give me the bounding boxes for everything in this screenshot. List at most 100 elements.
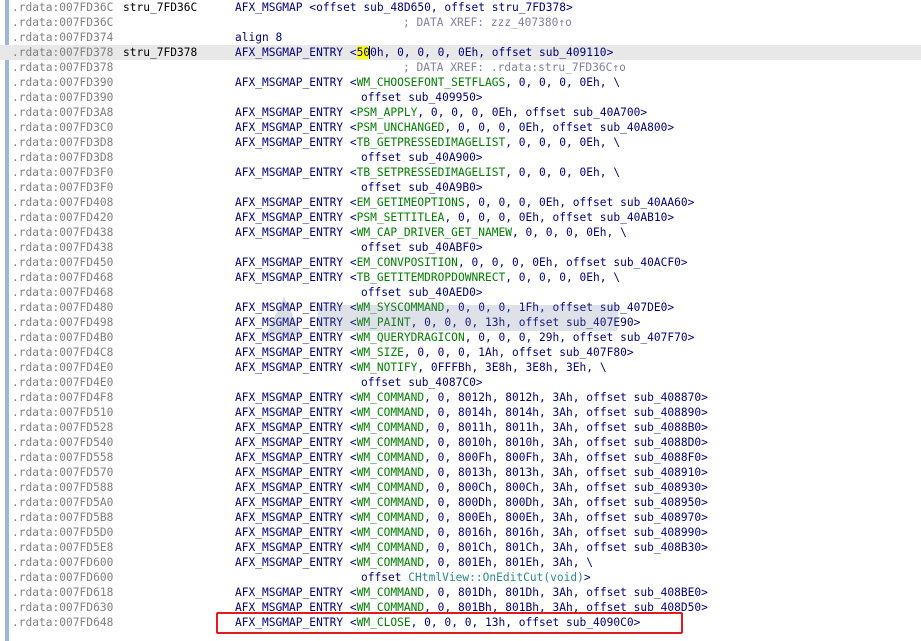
line-continuation: offset CHtmlView::OnEditCut(void)> (361, 570, 591, 585)
listing-line[interactable]: .rdata:007FD3F0 AFX_MSGMAP_ENTRY <TB_SETP… (0, 165, 921, 180)
listing-line[interactable]: .rdata:007FD4C8 AFX_MSGMAP_ENTRY <WM_SIZE… (0, 345, 921, 360)
listing-line[interactable]: .rdata:007FD4E0 AFX_MSGMAP_ENTRY <WM_NOTI… (0, 360, 921, 375)
listing-line[interactable]: .rdata:007FD374 align 8 (0, 30, 921, 45)
message-constant: WM_COMMAND (356, 601, 425, 614)
data-xref-comment: ; DATA XREF: .rdata:stru_7FD36C↑o (403, 61, 626, 74)
entry-arguments: , 0, 801Dh, 801Dh, 3Ah, offset sub_408BE… (424, 586, 708, 599)
ida-disassembly-listing[interactable]: .rdata:007FD36C stru_7FD36C AFX_MSGMAP <of… (0, 0, 921, 641)
message-constant: WM_COMMAND (356, 406, 425, 419)
line-instruction: AFX_MSGMAP_ENTRY <PSM_SETTITLEA, 0, 0, 0… (235, 210, 674, 225)
line-instruction: AFX_MSGMAP_ENTRY <500h, 0, 0, 0, 0Eh, of… (235, 45, 613, 60)
line-instruction: AFX_MSGMAP_ENTRY <WM_CLOSE, 0, 0, 0, 13h… (235, 615, 640, 630)
line-address: .rdata:007FD450 (12, 256, 114, 269)
listing-line[interactable]: .rdata:007FD378 ; DATA XREF: .rdata:stru_… (0, 60, 921, 75)
line-address: .rdata:007FD5B8 (12, 511, 114, 524)
entry-keyword: AFX_MSGMAP_ENTRY < (235, 436, 357, 449)
listing-line[interactable]: .rdata:007FD408 AFX_MSGMAP_ENTRY <EM_GETI… (0, 195, 921, 210)
listing-line[interactable]: .rdata:007FD36C ; DATA XREF: zzz_407380↑o (0, 15, 921, 30)
listing-line[interactable]: .rdata:007FD390 AFX_MSGMAP_ENTRY <WM_CHOO… (0, 75, 921, 90)
message-constant: EM_CONVPOSITION (356, 256, 458, 269)
listing-line[interactable]: .rdata:007FD5A0 AFX_MSGMAP_ENTRY <WM_COMM… (0, 495, 921, 510)
entry-keyword: AFX_MSGMAP_ENTRY < (235, 121, 357, 134)
entry-keyword: AFX_MSGMAP_ENTRY < (235, 451, 357, 464)
line-address: .rdata:007FD480 (12, 301, 114, 314)
message-constant: WM_COMMAND (356, 556, 425, 569)
message-constant: WM_COMMAND (356, 586, 425, 599)
line-address: .rdata:007FD618 (12, 586, 114, 599)
listing-line[interactable]: .rdata:007FD438 offset sub_40ABF0> (0, 240, 921, 255)
listing-line[interactable]: .rdata:007FD468 offset sub_40AED0> (0, 285, 921, 300)
listing-line[interactable]: .rdata:007FD5B8 AFX_MSGMAP_ENTRY <WM_COMM… (0, 510, 921, 525)
entry-arguments: , 0, 801Ch, 801Ch, 3Ah, offset sub_408B3… (424, 541, 708, 554)
line-instruction: AFX_MSGMAP_ENTRY <WM_SYSCOMMAND, 0, 0, 0… (235, 300, 674, 315)
listing-line[interactable]: .rdata:007FD420 AFX_MSGMAP_ENTRY <PSM_SET… (0, 210, 921, 225)
line-address: .rdata:007FD3D8 (12, 151, 114, 164)
listing-line[interactable]: .rdata:007FD3C0 AFX_MSGMAP_ENTRY <PSM_UNC… (0, 120, 921, 135)
entry-arguments: , 0, 0, 0, 13h, offset sub_4090C0> (410, 616, 641, 629)
message-constant: WM_NOTIFY (356, 361, 418, 374)
listing-line[interactable]: .rdata:007FD600 AFX_MSGMAP_ENTRY <WM_COMM… (0, 555, 921, 570)
entry-keyword: AFX_MSGMAP_ENTRY < (235, 601, 357, 614)
line-instruction: align 8 (235, 31, 283, 44)
line-instruction: AFX_MSGMAP_ENTRY <TB_SETPRESSEDIMAGELIST… (235, 165, 620, 180)
listing-line[interactable]: .rdata:007FD4F8 AFX_MSGMAP_ENTRY <WM_COMM… (0, 390, 921, 405)
listing-line[interactable]: .rdata:007FD588 AFX_MSGMAP_ENTRY <WM_COMM… (0, 480, 921, 495)
entry-keyword: AFX_MSGMAP_ENTRY < (235, 361, 357, 374)
line-address: .rdata:007FD4F8 (12, 391, 114, 404)
listing-line[interactable]: .rdata:007FD510 AFX_MSGMAP_ENTRY <WM_COMM… (0, 405, 921, 420)
listing-line[interactable]: .rdata:007FD390 offset sub_409950> (0, 90, 921, 105)
instruction-suffix: 0h, 0, 0, 0, 0Eh, offset sub_409110> (370, 46, 614, 59)
line-address: .rdata:007FD36C (12, 1, 114, 14)
line-instruction: AFX_MSGMAP <offset sub_48D650, offset st… (235, 1, 573, 14)
line-instruction: AFX_MSGMAP_ENTRY <WM_COMMAND, 0, 8013h, … (235, 465, 708, 480)
listing-line[interactable]: .rdata:007FD648 AFX_MSGMAP_ENTRY <WM_CLOS… (0, 615, 921, 630)
listing-line-current[interactable]: .rdata:007FD378 stru_7FD378 AFX_MSGMAP_ENT… (0, 45, 921, 60)
function-symbol: CHtmlView::OnEditCut(void) (408, 571, 584, 584)
listing-line[interactable]: .rdata:007FD450 AFX_MSGMAP_ENTRY <EM_CONV… (0, 255, 921, 270)
entry-keyword: AFX_MSGMAP_ENTRY < (235, 76, 357, 89)
listing-line[interactable]: .rdata:007FD5E8 AFX_MSGMAP_ENTRY <WM_COMM… (0, 540, 921, 555)
listing-line[interactable]: .rdata:007FD480 AFX_MSGMAP_ENTRY <WM_SYSC… (0, 300, 921, 315)
entry-arguments: , 0, 0, 0, 29h, offset sub_407F70> (464, 331, 695, 344)
line-instruction: AFX_MSGMAP_ENTRY <EM_CONVPOSITION, 0, 0,… (235, 255, 688, 270)
listing-line[interactable]: .rdata:007FD4E0 offset sub_4087C0> (0, 375, 921, 390)
line-instruction: AFX_MSGMAP_ENTRY <WM_COMMAND, 0, 8011h, … (235, 420, 708, 435)
listing-line[interactable]: .rdata:007FD438 AFX_MSGMAP_ENTRY <WM_CAP_… (0, 225, 921, 240)
listing-line[interactable]: .rdata:007FD36C stru_7FD36C AFX_MSGMAP <of… (0, 0, 921, 15)
instruction-prefix: AFX_MSGMAP_ENTRY < (235, 46, 357, 59)
listing-line[interactable]: .rdata:007FD558 AFX_MSGMAP_ENTRY <WM_COMM… (0, 450, 921, 465)
listing-line[interactable]: .rdata:007FD3D8 AFX_MSGMAP_ENTRY <TB_GETP… (0, 135, 921, 150)
listing-line[interactable]: .rdata:007FD5D0 AFX_MSGMAP_ENTRY <WM_COMM… (0, 525, 921, 540)
line-address: .rdata:007FD510 (12, 406, 114, 419)
line-instruction: AFX_MSGMAP_ENTRY <WM_COMMAND, 0, 801Dh, … (235, 585, 708, 600)
message-constant: WM_COMMAND (356, 496, 425, 509)
line-address: .rdata:007FD468 (12, 271, 114, 284)
message-constant: PSM_SETTITLEA (356, 211, 445, 224)
entry-keyword: AFX_MSGMAP_ENTRY < (235, 166, 357, 179)
listing-line[interactable]: .rdata:007FD540 AFX_MSGMAP_ENTRY <WM_COMM… (0, 435, 921, 450)
message-constant: WM_QUERYDRAGICON (356, 331, 465, 344)
line-address: .rdata:007FD4E0 (12, 361, 114, 374)
line-address: .rdata:007FD630 (12, 601, 114, 614)
entry-keyword: AFX_MSGMAP_ENTRY < (235, 196, 357, 209)
listing-line[interactable]: .rdata:007FD498 AFX_MSGMAP_ENTRY <WM_PAIN… (0, 315, 921, 330)
listing-line[interactable]: .rdata:007FD468 AFX_MSGMAP_ENTRY <TB_GETI… (0, 270, 921, 285)
listing-line[interactable]: .rdata:007FD600 offset CHtmlView::OnEditC… (0, 570, 921, 585)
listing-line[interactable]: .rdata:007FD528 AFX_MSGMAP_ENTRY <WM_COMM… (0, 420, 921, 435)
entry-keyword: AFX_MSGMAP_ENTRY < (235, 586, 357, 599)
message-constant: WM_CHOOSEFONT_SETFLAGS (356, 76, 506, 89)
listing-line[interactable]: .rdata:007FD4B0 AFX_MSGMAP_ENTRY <WM_QUER… (0, 330, 921, 345)
message-constant: WM_COMMAND (356, 526, 425, 539)
entry-arguments: , 0, 800Dh, 800Dh, 3Ah, offset sub_40895… (424, 496, 708, 509)
line-address: .rdata:007FD4C8 (12, 346, 114, 359)
listing-line[interactable]: .rdata:007FD3A8 AFX_MSGMAP_ENTRY <PSM_APP… (0, 105, 921, 120)
entry-keyword: AFX_MSGMAP_ENTRY < (235, 556, 357, 569)
listing-line[interactable]: .rdata:007FD3F0 offset sub_40A9B0> (0, 180, 921, 195)
line-address: .rdata:007FD438 (12, 226, 114, 239)
listing-line[interactable]: .rdata:007FD570 AFX_MSGMAP_ENTRY <WM_COMM… (0, 465, 921, 480)
entry-arguments: , 0, 0, 0, 1Fh, offset sub_407DE0> (444, 301, 675, 314)
listing-line[interactable]: .rdata:007FD3D8 offset sub_40A900> (0, 150, 921, 165)
line-instruction: AFX_MSGMAP_ENTRY <WM_CHOOSEFONT_SETFLAGS… (235, 75, 620, 90)
listing-line[interactable]: .rdata:007FD630 AFX_MSGMAP_ENTRY <WM_COMM… (0, 600, 921, 615)
listing-line[interactable]: .rdata:007FD618 AFX_MSGMAP_ENTRY <WM_COMM… (0, 585, 921, 600)
